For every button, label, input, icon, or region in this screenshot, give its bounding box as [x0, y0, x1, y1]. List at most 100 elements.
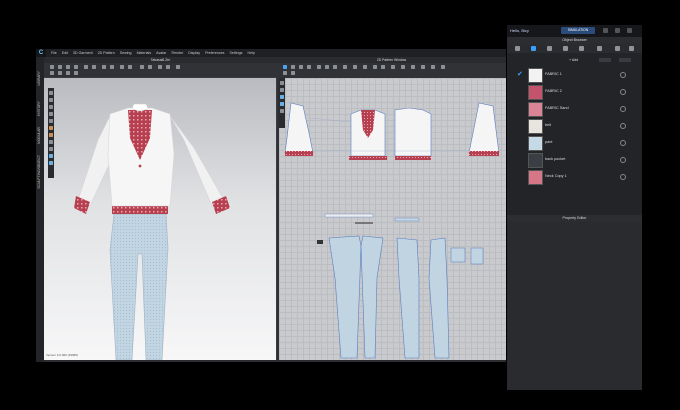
fabric-list-item[interactable]: FABRIC 2 — [507, 84, 642, 100]
fabric-swatch[interactable] — [528, 68, 543, 83]
topstitch-tab-icon[interactable] — [563, 46, 568, 51]
edit-sewing-icon[interactable] — [391, 65, 395, 69]
menu-sewing[interactable]: Sewing — [120, 51, 132, 55]
fabric-list-item[interactable]: ✔ FABRIC 1 — [507, 67, 642, 83]
view-back-icon[interactable] — [49, 98, 53, 102]
tab-modular[interactable]: MODULAR — [37, 127, 41, 144]
menu-edit[interactable]: Edit — [62, 51, 68, 55]
menu-settings[interactable]: Settings — [229, 51, 242, 55]
copy-button[interactable] — [599, 58, 611, 62]
brush-tool-icon[interactable] — [120, 65, 124, 69]
show-texture-icon[interactable] — [49, 161, 53, 165]
texture-edit-icon[interactable] — [401, 65, 405, 69]
3d-viewport[interactable] — [44, 78, 276, 361]
show-baseline-icon[interactable] — [280, 109, 284, 113]
fold-tool-icon[interactable] — [84, 65, 88, 69]
annotation-icon[interactable] — [283, 71, 287, 75]
tab-sculpting[interactable]: SCULPTING/OBJECT — [37, 155, 41, 189]
avatar-tool-icon[interactable] — [140, 65, 144, 69]
topstitch-icon[interactable] — [421, 65, 425, 69]
fabric-list-item[interactable]: back pocket — [507, 152, 642, 168]
fabric-swatch[interactable] — [528, 119, 543, 134]
view-front-icon[interactable] — [49, 91, 53, 95]
internal-polygon-icon[interactable] — [343, 65, 347, 69]
layout-icon[interactable] — [615, 28, 620, 33]
view-left-icon[interactable] — [49, 105, 53, 109]
rectangle-icon[interactable] — [325, 65, 329, 69]
segment-sewing-icon[interactable] — [373, 65, 377, 69]
delete-button[interactable] — [619, 58, 631, 62]
menu-render[interactable]: Render — [171, 51, 183, 55]
view-top-icon[interactable] — [49, 119, 53, 123]
zoom-icon[interactable] — [280, 81, 284, 85]
pattern-grid[interactable] — [279, 78, 506, 360]
tack-tool-icon[interactable] — [92, 65, 96, 69]
edit-point-icon[interactable] — [291, 65, 295, 69]
graphic-tab-icon[interactable] — [597, 46, 602, 51]
dart-icon[interactable] — [353, 65, 357, 69]
show-grain-icon[interactable] — [280, 102, 284, 106]
fabric-swatch[interactable] — [528, 153, 543, 168]
move-tool-icon[interactable] — [58, 65, 62, 69]
fabric-swatch[interactable] — [528, 136, 543, 151]
trace-icon[interactable] — [363, 65, 367, 69]
user-greeting[interactable]: Hello, Bicy — [510, 28, 529, 33]
menu-help[interactable]: Help — [247, 51, 254, 55]
fabric-tab-icon[interactable] — [531, 46, 536, 51]
transform-tool-icon[interactable] — [66, 65, 70, 69]
menu-display[interactable]: Display — [188, 51, 200, 55]
settings-icon[interactable] — [603, 28, 608, 33]
button-tab-icon[interactable] — [547, 46, 552, 51]
apply-fabric-icon[interactable] — [620, 174, 626, 180]
menu-materials[interactable]: Materials — [137, 51, 152, 55]
menu-avatar[interactable]: Avatar — [156, 51, 166, 55]
pose-tool-icon[interactable] — [50, 71, 54, 75]
show-stitches-icon[interactable] — [49, 154, 53, 158]
apply-fabric-icon[interactable] — [620, 123, 626, 129]
menu-preferences[interactable]: Preferences — [205, 51, 224, 55]
texture-tool-icon[interactable] — [176, 65, 180, 69]
measure-tool-icon[interactable] — [102, 65, 106, 69]
more-tab-icon[interactable] — [629, 46, 634, 51]
menu-2d-pattern[interactable]: 2D Pattern — [98, 51, 115, 55]
grading-icon[interactable] — [291, 71, 295, 75]
show-pins-icon[interactable] — [49, 140, 53, 144]
show-seams-icon[interactable] — [49, 147, 53, 151]
graphic-icon[interactable] — [411, 65, 415, 69]
polygon-icon[interactable] — [317, 65, 321, 69]
apply-fabric-icon[interactable] — [620, 89, 626, 95]
trim-tab-icon[interactable] — [579, 46, 584, 51]
pan-icon[interactable] — [280, 88, 284, 92]
fabric-swatch[interactable] — [528, 85, 543, 100]
apply-fabric-icon[interactable] — [620, 106, 626, 112]
simulation-button[interactable]: SIMULATION — [561, 27, 595, 34]
strain-map-icon[interactable] — [66, 71, 70, 75]
show-garment-icon[interactable] — [49, 133, 53, 137]
menu-file[interactable]: File — [51, 51, 57, 55]
add-fabric-button[interactable]: + Add — [569, 58, 578, 62]
fabric-list-item[interactable]: pant — [507, 135, 642, 151]
apply-fabric-icon[interactable] — [620, 72, 626, 78]
pin-tool-icon[interactable] — [74, 65, 78, 69]
fold-arrange-icon[interactable] — [441, 65, 445, 69]
zipper-tool-icon[interactable] — [158, 65, 162, 69]
transform-pattern-icon[interactable] — [283, 65, 287, 69]
pressure-tool-icon[interactable] — [110, 65, 114, 69]
ellipse-icon[interactable] — [333, 65, 337, 69]
fabric-swatch[interactable] — [528, 170, 543, 185]
fabric-list-item[interactable]: belt — [507, 118, 642, 134]
fit-map-icon[interactable] — [58, 71, 62, 75]
fabric-list-item[interactable]: Neck Copy 1 — [507, 169, 642, 185]
apply-fabric-icon[interactable] — [620, 157, 626, 163]
material-tab-icon[interactable] — [615, 46, 620, 51]
steam-tool-icon[interactable] — [128, 65, 132, 69]
select-tool-icon[interactable] — [50, 65, 54, 69]
show-notch-icon[interactable] — [280, 95, 284, 99]
tab-history[interactable]: HISTORY — [37, 101, 41, 116]
account-icon[interactable] — [627, 28, 632, 33]
fabric-list-item[interactable]: FABRIC Sand — [507, 101, 642, 117]
button-tool-icon[interactable] — [166, 65, 170, 69]
apply-fabric-icon[interactable] — [620, 140, 626, 146]
free-sewing-icon[interactable] — [381, 65, 385, 69]
tab-library[interactable]: LIBRARY — [37, 71, 41, 85]
